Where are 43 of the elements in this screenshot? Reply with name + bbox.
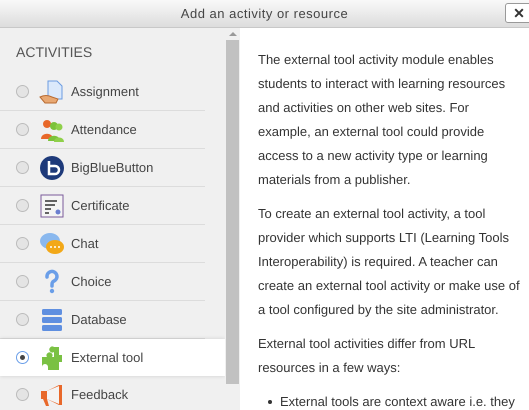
activity-option[interactable]: Attendance bbox=[0, 111, 205, 148]
radio-button[interactable] bbox=[16, 199, 29, 212]
puzzle-piece-icon bbox=[39, 344, 65, 370]
activity-label: Assignment bbox=[71, 82, 139, 101]
radio-button[interactable] bbox=[16, 161, 29, 174]
scrollbar-thumb[interactable] bbox=[226, 40, 239, 384]
bullet-text: External tools are context aware i.e. they bbox=[280, 393, 515, 410]
activity-option[interactable]: Assignment bbox=[0, 73, 205, 110]
description-paragraph: The external tool activity module enables students to interact with learning resources and activities on other web sites. For example, an external tool could provide access to a new activity type or learning materials from a publisher. bbox=[258, 51, 506, 189]
hand-document-icon bbox=[39, 78, 65, 104]
bullet-icon bbox=[268, 400, 272, 404]
activity-option[interactable]: External tool bbox=[0, 339, 225, 376]
activity-option[interactable]: Chat bbox=[0, 225, 205, 262]
certificate-icon bbox=[39, 192, 65, 218]
activity-label: Choice bbox=[71, 272, 112, 291]
radio-button[interactable] bbox=[16, 123, 29, 136]
activity-label: External tool bbox=[71, 348, 144, 367]
speech-bubbles-icon bbox=[39, 230, 65, 256]
activity-label: Database bbox=[71, 310, 127, 329]
radio-button[interactable] bbox=[16, 275, 29, 288]
activity-label: BigBlueButton bbox=[71, 158, 154, 177]
radio-button[interactable] bbox=[16, 388, 29, 401]
radio-button[interactable] bbox=[16, 351, 29, 364]
activity-option[interactable]: Certificate bbox=[0, 187, 205, 224]
activity-option[interactable]: Choice bbox=[0, 263, 205, 300]
activity-option[interactable]: Database bbox=[0, 301, 205, 338]
radio-button[interactable] bbox=[16, 313, 29, 326]
database-icon bbox=[39, 306, 65, 332]
window-title: Add an activity or resource bbox=[180, 4, 348, 23]
activity-label: Chat bbox=[71, 234, 98, 253]
letter-b-circle-icon bbox=[39, 154, 65, 180]
activity-label: Feedback bbox=[71, 386, 128, 404]
close-button[interactable]: × bbox=[505, 3, 529, 23]
description-paragraph: To create an external tool activity, a tool provider which supports LTI (Learning Tools Interoperability) is required. A teacher can create an external tool activity or make use of a tool configured by the site administrator. bbox=[258, 205, 521, 319]
scroll-up-icon[interactable] bbox=[228, 32, 236, 36]
activity-option[interactable]: BigBlueButton bbox=[0, 149, 205, 186]
activity-label: Certificate bbox=[71, 196, 130, 215]
sidebar-heading: ACTIVITIES bbox=[15, 43, 94, 62]
radio-button[interactable] bbox=[16, 85, 29, 98]
description-paragraph: External tool activities differ from URL resources in a few ways: bbox=[258, 335, 476, 377]
activity-label: Attendance bbox=[71, 120, 137, 139]
activity-option[interactable]: Feedback bbox=[0, 376, 205, 410]
radio-button[interactable] bbox=[16, 237, 29, 250]
